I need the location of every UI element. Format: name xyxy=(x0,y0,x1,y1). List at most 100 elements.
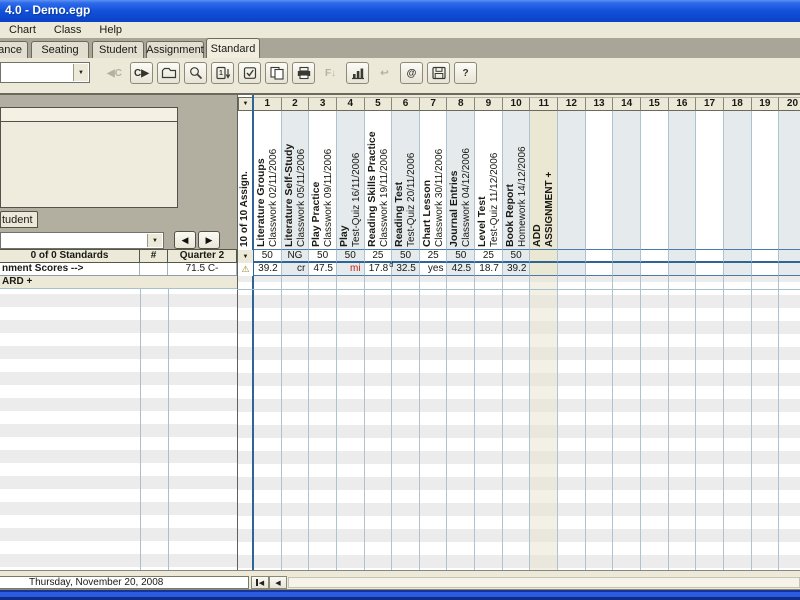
email-button[interactable]: @ xyxy=(400,62,423,84)
max-points-cell[interactable]: 50 xyxy=(254,249,282,263)
column-number-cell[interactable]: 7 xyxy=(419,97,448,111)
score-cell[interactable] xyxy=(640,263,669,276)
column-number-cell[interactable]: 4 xyxy=(336,97,365,111)
standards-count-header[interactable]: 0 of 0 Standards xyxy=(0,250,140,262)
score-cell[interactable] xyxy=(779,263,800,276)
assignment-header-cell[interactable]: Literature Groups Classwork 02/11/2006 xyxy=(254,111,282,249)
max-points-cell[interactable]: 50 xyxy=(309,249,337,263)
column-number-cell[interactable]: 14 xyxy=(613,97,641,111)
score-cell[interactable]: 42.5 xyxy=(447,263,476,276)
prev-student-button[interactable]: ◀ xyxy=(174,231,196,249)
max-points-cell[interactable] xyxy=(558,249,586,263)
max-points-cell[interactable] xyxy=(585,249,614,263)
checklist-button[interactable] xyxy=(238,62,261,84)
chevron-down-icon[interactable]: ▼ xyxy=(147,234,162,247)
max-points-cell[interactable] xyxy=(779,249,800,263)
class-back-button[interactable]: ◀C xyxy=(103,62,126,84)
max-points-cell[interactable]: NG xyxy=(281,249,310,263)
column-number-cell[interactable]: 8 xyxy=(447,97,476,111)
max-points-cell[interactable] xyxy=(613,249,641,263)
assignment-header-cell[interactable]: Reading Skills Practice Classwork 19/11/… xyxy=(364,111,393,249)
score-cell[interactable] xyxy=(668,263,697,276)
help-button[interactable]: ? xyxy=(454,62,477,84)
column-number-cell[interactable]: 12 xyxy=(558,97,586,111)
max-points-cell[interactable] xyxy=(723,249,752,263)
student-combo[interactable]: ▼ xyxy=(0,232,164,249)
column-number-cell[interactable]: 10 xyxy=(502,97,531,111)
column-number-cell[interactable]: 17 xyxy=(696,97,724,111)
assignment-header-cell[interactable]: Play Test-Quiz 16/11/2006 xyxy=(336,111,365,249)
column-number-cell[interactable]: 9 xyxy=(475,97,503,111)
column-number-cell[interactable]: 20 xyxy=(779,97,800,111)
max-points-cell[interactable] xyxy=(668,249,697,263)
standards-body[interactable] xyxy=(0,289,237,570)
score-cell[interactable]: cr xyxy=(281,263,310,276)
assignment-header-cell[interactable] xyxy=(585,111,614,249)
assignment-header-cell[interactable]: Journal Entries Classwork 04/12/2006 xyxy=(447,111,476,249)
next-student-button[interactable]: ▶ xyxy=(198,231,220,249)
menu-item[interactable]: Class xyxy=(45,23,91,37)
score-cell[interactable] xyxy=(751,263,780,276)
score-cell[interactable]: 32.5 xyxy=(392,263,420,276)
score-cell[interactable] xyxy=(530,263,559,276)
column-number-cell[interactable]: 11 xyxy=(530,97,559,111)
score-cell[interactable] xyxy=(723,263,752,276)
score-cell[interactable]: 18.7 xyxy=(475,263,503,276)
save-button[interactable] xyxy=(427,62,450,84)
scroll-first-button[interactable]: ◀ xyxy=(251,576,269,589)
max-points-cell[interactable]: 50 xyxy=(447,249,476,263)
score-cell[interactable]: 17.8 d xyxy=(364,262,393,276)
chevron-down-icon[interactable]: ▼ xyxy=(73,64,88,81)
print-button[interactable] xyxy=(292,62,315,84)
scores-row-label[interactable]: nment Scores --> xyxy=(0,263,140,275)
view-tab[interactable]: Seating xyxy=(31,41,89,58)
chart-button[interactable] xyxy=(346,62,369,84)
standards-menu-button[interactable]: ▼ xyxy=(238,250,253,263)
max-points-cell[interactable]: 25 xyxy=(475,249,503,263)
column-number-cell[interactable]: 15 xyxy=(640,97,669,111)
assignment-header-cell[interactable]: Literature Self-Study Classwork 05/11/20… xyxy=(281,111,310,249)
window-titlebar[interactable]: 4.0 - Demo.egp xyxy=(0,0,800,22)
max-points-cell[interactable]: 25 xyxy=(364,249,393,263)
score-cell[interactable] xyxy=(585,263,614,276)
max-points-cell[interactable]: 50 xyxy=(502,249,531,263)
assignment-header-cell[interactable]: Book Report Homework 14/12/2006 xyxy=(502,111,531,249)
assignment-header-cell[interactable] xyxy=(668,111,697,249)
column-number-cell[interactable]: 16 xyxy=(668,97,697,111)
score-cell[interactable]: mi xyxy=(336,263,365,276)
score-cell[interactable] xyxy=(696,263,724,276)
column-number-cell[interactable]: 6 xyxy=(392,97,420,111)
column-number-cell[interactable]: 13 xyxy=(585,97,614,111)
max-points-cell[interactable]: 50 xyxy=(336,249,365,263)
max-points-cell[interactable] xyxy=(751,249,780,263)
horizontal-scrollbar-track[interactable] xyxy=(288,577,800,588)
assignment-header-cell[interactable]: Reading Test Test-Quiz 20/11/2006 xyxy=(392,111,420,249)
max-points-cell[interactable]: 25 xyxy=(419,249,448,263)
column-number-cell[interactable]: 3 xyxy=(309,97,337,111)
assignment-header-cell[interactable] xyxy=(751,111,780,249)
grid-body[interactable] xyxy=(237,276,800,570)
student-pane-tab[interactable]: tudent xyxy=(0,211,38,228)
score-cell[interactable]: 39.2 xyxy=(502,263,531,276)
menu-item[interactable]: Help xyxy=(90,23,131,37)
score-cell[interactable]: 39.2 xyxy=(254,263,282,276)
footnote-button[interactable]: F↓ xyxy=(319,62,342,84)
assignment-header-cell[interactable]: Level Test Test-Quiz 11/12/2006 xyxy=(475,111,503,249)
number-column-header[interactable]: # xyxy=(140,250,168,262)
column-number-cell[interactable]: 5 xyxy=(364,97,393,111)
undo-button[interactable]: ↩ xyxy=(373,62,396,84)
view-tab[interactable]: Assignment xyxy=(146,41,204,58)
class-forward-button[interactable]: C▶ xyxy=(130,62,153,84)
scroll-left-button[interactable]: ◀ xyxy=(269,576,287,589)
score-cell[interactable] xyxy=(613,263,641,276)
score-cell[interactable]: yes xyxy=(419,263,448,276)
max-points-cell[interactable] xyxy=(530,249,559,263)
assignment-header-cell[interactable] xyxy=(640,111,669,249)
assignment-header-cell[interactable]: ADD ASSIGNMENT + xyxy=(530,111,559,249)
score-cell[interactable]: 47.5 xyxy=(309,263,337,276)
column-number-cell[interactable]: 1 xyxy=(254,97,282,111)
add-standard-row[interactable]: ARD + xyxy=(0,276,237,289)
scores-row-number[interactable] xyxy=(140,263,168,275)
view-tab[interactable]: dance xyxy=(0,41,28,58)
max-points-cell[interactable]: 50 xyxy=(392,249,420,263)
